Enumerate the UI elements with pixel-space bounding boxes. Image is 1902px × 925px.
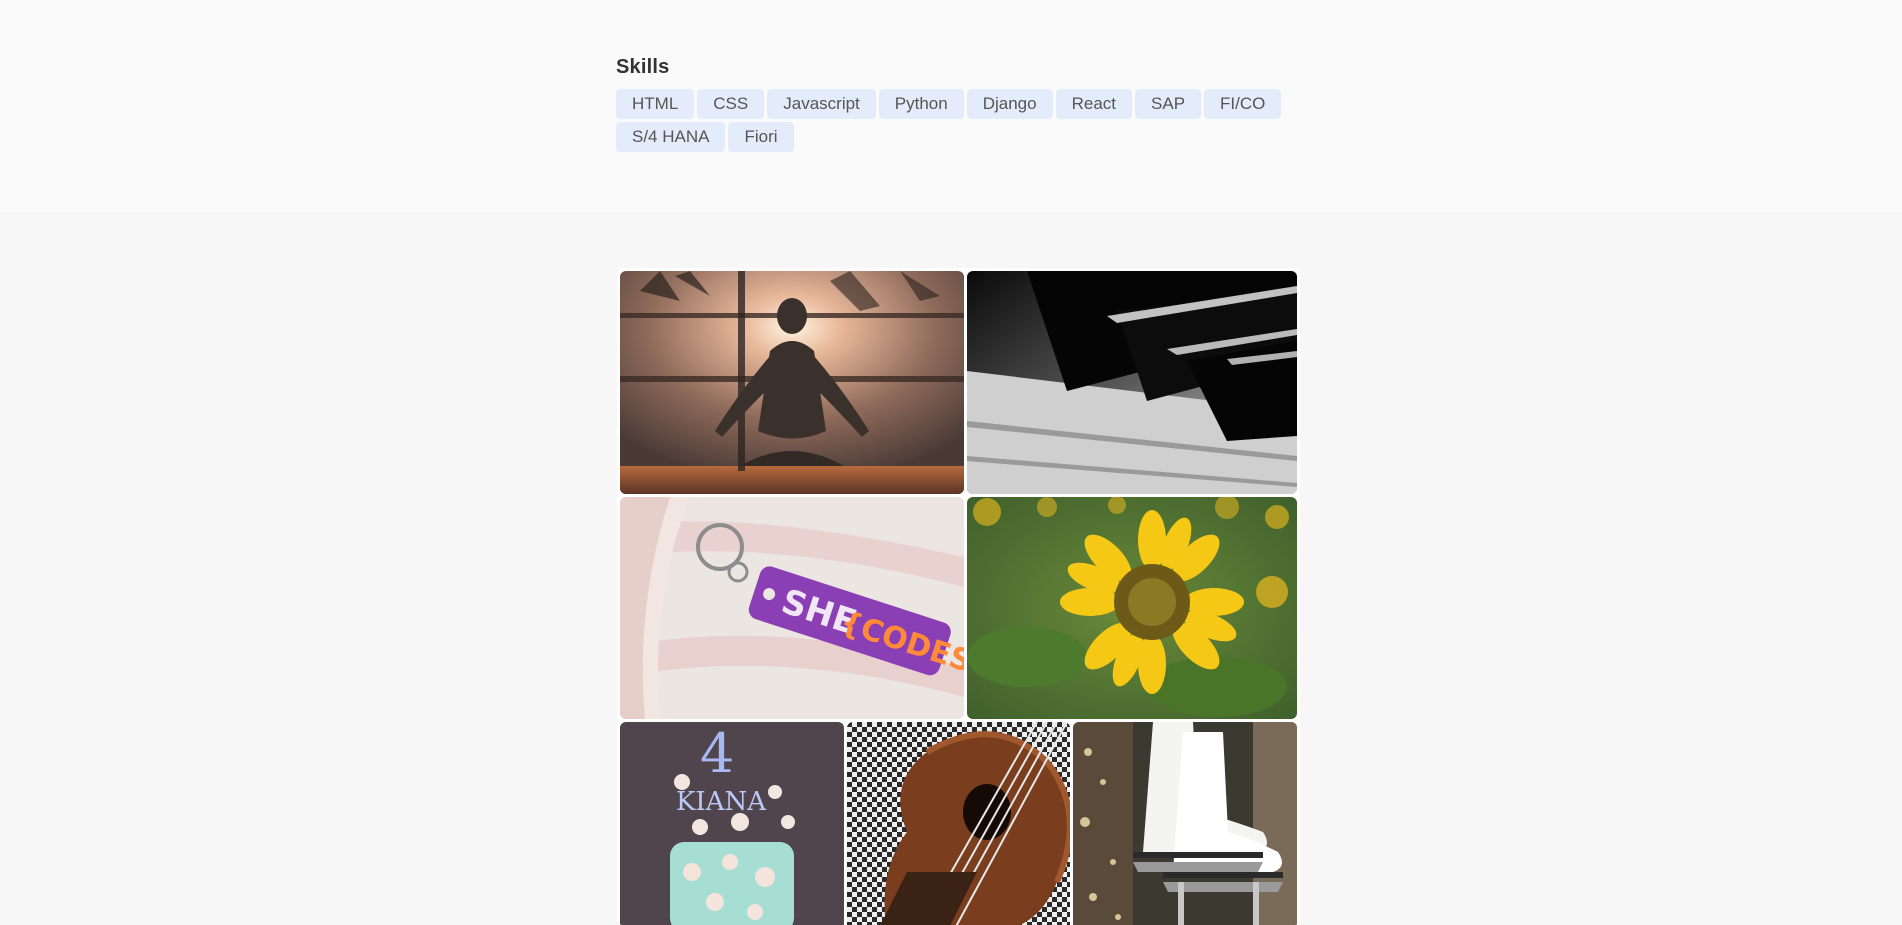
skill-badge-django[interactable]: Django (966, 89, 1053, 119)
skill-badge-sap[interactable]: SAP (1135, 89, 1202, 119)
skill-badge-fiori[interactable]: Fiori (728, 122, 794, 152)
cake-photo[interactable]: 4 KIANA (620, 722, 844, 925)
skills-list: HTML CSS Javascript Python Django React … (616, 89, 1286, 152)
sunflower-photo[interactable] (967, 497, 1297, 719)
skill-badge-python[interactable]: Python (878, 89, 964, 119)
skill-badge-javascript[interactable]: Javascript (767, 89, 876, 119)
skill-badge-react[interactable]: React (1055, 89, 1133, 119)
cake-topper-number: 4 (700, 722, 734, 785)
piano-photo[interactable] (967, 271, 1297, 494)
ice-skates-photo[interactable] (1073, 722, 1297, 925)
yoga-photo[interactable] (620, 271, 964, 494)
skills-heading: Skills (616, 56, 670, 78)
ukulele-photo[interactable] (847, 722, 1070, 925)
skill-badge-fico[interactable]: FI/CO (1204, 89, 1282, 119)
photo-gallery: SHE {CODES} 4 KIANA (617, 268, 1300, 925)
skill-badge-s4hana[interactable]: S/4 HANA (616, 122, 726, 152)
cake-topper-name: KIANA (676, 787, 767, 817)
skill-badge-css[interactable]: CSS (697, 89, 765, 119)
skill-badge-html[interactable]: HTML (616, 89, 695, 119)
keychain-photo[interactable]: SHE {CODES} (620, 497, 964, 719)
skills-section: Skills HTML CSS Javascript Python Django… (0, 0, 1902, 212)
